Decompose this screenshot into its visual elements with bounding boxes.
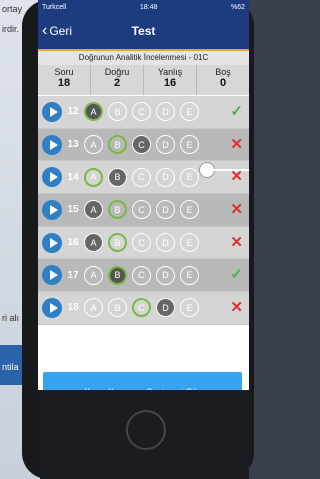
stat-value: 18 — [57, 77, 71, 89]
background-text: ortay — [2, 4, 23, 14]
play-icon[interactable] — [42, 297, 62, 318]
answer-choice[interactable]: C — [132, 167, 151, 187]
topic-title: Doğrunun Analitik İncelenmesi - 01C — [38, 49, 249, 65]
answer-choice[interactable]: E — [180, 265, 199, 285]
question-row: 16 A B C D E ✕ — [38, 226, 249, 260]
answer-choice[interactable]: E — [180, 135, 199, 155]
question-number: 14 — [67, 171, 79, 183]
question-row: 12 A B C D E ✓ — [38, 96, 249, 129]
answer-choice[interactable]: C — [132, 233, 151, 253]
question-row: 15 A B C D E ✕ — [38, 194, 249, 227]
stat-wrong: Yanlış 16 — [144, 65, 197, 95]
answer-choice[interactable]: A — [84, 200, 103, 220]
cross-icon: ✕ — [230, 168, 243, 186]
answer-choice[interactable]: D — [156, 233, 175, 253]
answer-choice[interactable]: D — [156, 102, 175, 122]
answer-choice[interactable]: D — [156, 167, 175, 187]
answer-choice[interactable]: A — [84, 135, 103, 155]
play-icon[interactable] — [42, 134, 62, 155]
answer-choice[interactable]: E — [180, 233, 199, 253]
answer-choice[interactable]: B — [108, 102, 127, 122]
play-icon[interactable] — [42, 167, 62, 188]
play-icon[interactable] — [42, 199, 62, 220]
background-text: irdir. — [2, 24, 20, 34]
question-number: 18 — [67, 302, 79, 314]
check-icon: ✓ — [230, 266, 243, 284]
question-number: 13 — [67, 139, 79, 151]
background-text: ri alı — [2, 313, 20, 323]
question-row: 17 A B C D E ✓ — [38, 259, 249, 293]
answer-choice[interactable]: B — [108, 167, 127, 187]
stat-value: 2 — [113, 77, 121, 89]
scrubber-track — [214, 169, 249, 171]
app-screen: Turkcell 18:48 %62 ‹ Geri Test Doğrunun … — [38, 0, 249, 390]
stat-correct: Doğru 2 — [91, 65, 144, 95]
answer-choice[interactable]: E — [180, 200, 199, 220]
stat-label: Yanlış — [157, 67, 183, 77]
stat-label: Soru — [54, 67, 74, 77]
answer-choice[interactable]: A — [84, 233, 103, 253]
clock: 18:48 — [139, 3, 158, 11]
question-number: 15 — [67, 204, 79, 216]
cross-icon: ✕ — [230, 201, 243, 219]
answer-choice[interactable]: D — [156, 298, 175, 318]
home-button[interactable] — [126, 410, 166, 450]
background-text: ntila — [2, 362, 19, 372]
answer-choice[interactable]: D — [156, 135, 175, 155]
cross-icon: ✕ — [230, 135, 243, 153]
stat-empty: Boş 0 — [197, 65, 249, 95]
check-icon: ✓ — [230, 103, 243, 120]
answer-choice[interactable]: C — [132, 298, 151, 318]
answer-choice[interactable]: E — [180, 167, 199, 187]
status-bar: Turkcell 18:48 %62 — [38, 0, 249, 14]
stat-value: 0 — [219, 77, 227, 89]
play-icon[interactable] — [42, 101, 62, 122]
answer-choice[interactable]: B — [108, 233, 127, 253]
page-title: Test — [131, 24, 156, 38]
answer-choice[interactable]: B — [108, 265, 127, 285]
answer-choice[interactable]: C — [132, 102, 151, 122]
battery-label: %62 — [230, 3, 245, 11]
answer-choice[interactable]: A — [84, 298, 103, 318]
play-icon[interactable] — [42, 232, 62, 253]
play-icon[interactable] — [42, 265, 62, 286]
answer-choice[interactable]: D — [156, 265, 175, 285]
stat-value: 16 — [163, 77, 177, 89]
answer-choice[interactable]: D — [156, 200, 175, 220]
cross-icon: ✕ — [230, 299, 243, 317]
nav-bar: ‹ Geri Test — [38, 14, 249, 49]
answer-choice[interactable]: B — [108, 135, 127, 155]
stat-questions: Soru 18 — [38, 65, 91, 95]
answer-choice[interactable]: C — [132, 265, 151, 285]
stat-label: Boş — [215, 67, 231, 77]
answer-choice[interactable]: A — [84, 265, 103, 285]
carrier-label: Turkcell — [42, 3, 67, 11]
question-row: 18 A B C D E ✕ — [38, 292, 249, 325]
question-number: 12 — [67, 106, 79, 118]
answer-choice[interactable]: A — [84, 102, 103, 122]
question-number: 16 — [67, 237, 79, 249]
cross-icon: ✕ — [230, 233, 243, 251]
answer-choice[interactable]: E — [180, 102, 199, 122]
question-row: 14 A B C D E ✕ — [38, 161, 249, 195]
answer-choice[interactable]: E — [180, 298, 199, 318]
question-list: 12 A B C D E ✓ 13 A B C D E ✕ 14 A B C D E ✕ 15 A B C D E ✕ 16 A B C D E ✕… — [38, 96, 249, 325]
answer-choice[interactable]: C — [132, 200, 151, 220]
question-row: 13 A B C D E ✕ — [38, 128, 249, 162]
answer-choice[interactable]: B — [108, 200, 127, 220]
comprehension-level-button[interactable]: Konu Kavrama Seviyemi Gör — [43, 372, 242, 390]
answer-choice[interactable]: A — [84, 167, 103, 187]
stats-bar: Soru 18 Doğru 2 Yanlış 16 Boş 0 — [38, 65, 249, 95]
answer-choice[interactable]: C — [132, 135, 151, 155]
answer-choice[interactable]: B — [108, 298, 127, 318]
question-number: 17 — [67, 269, 79, 281]
stat-label: Doğru — [104, 67, 130, 77]
scrubber-knob[interactable] — [199, 162, 215, 178]
